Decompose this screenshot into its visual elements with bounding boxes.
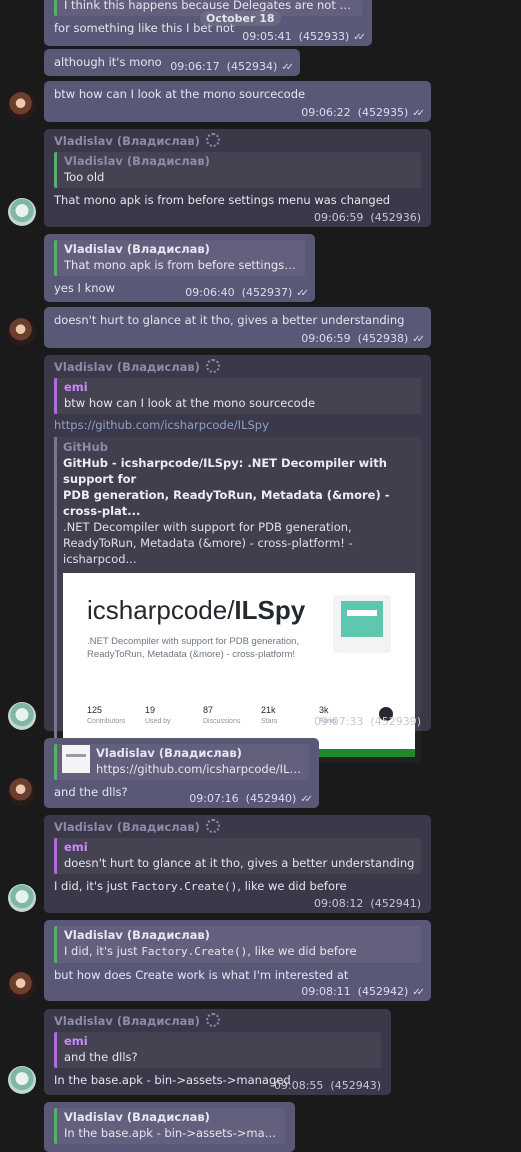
avatar-vladislav[interactable] <box>8 884 36 912</box>
quote-sender: emi <box>64 1034 88 1048</box>
preview-title: GitHub - icsharpcode/ILSpy: .NET Decompi… <box>63 456 390 518</box>
card-repo-title: icsharpcode/ILSpy <box>87 595 306 625</box>
read-checks-icon: ✓✓ <box>296 288 309 299</box>
sender-name[interactable]: Vladislav (Владислав) <box>54 819 421 836</box>
avatar-emi[interactable] <box>8 778 36 806</box>
link-thumbnail-icon <box>62 745 90 773</box>
reply-quote[interactable]: emi doesn't hurt to glance at it tho, gi… <box>54 838 421 874</box>
message-meta: 09:08:12 (452941) <box>314 897 421 910</box>
message-meta: 09:06:40 (452937) ✓✓ <box>185 286 309 299</box>
loading-spinner-icon <box>205 1013 220 1027</box>
message-452942[interactable]: Vladislav (Владислав) I did, it's just F… <box>44 920 431 1001</box>
quote-text: https://github.com/icsharpcode/ILSpy <box>96 762 303 776</box>
sender-name[interactable]: Vladislav (Владислав) <box>54 1013 381 1030</box>
avatar-vladislav[interactable] <box>8 198 36 226</box>
message-text: That mono apk is from before settings me… <box>54 193 391 207</box>
message-meta: 09:07:16 (452940) ✓✓ <box>189 792 313 805</box>
message-text: btw how can I look at the mono sourcecod… <box>54 87 306 101</box>
avatar-emi[interactable] <box>8 318 36 346</box>
message-452941[interactable]: Vladislav (Владислав) emi doesn't hurt t… <box>44 815 431 913</box>
preview-description: .NET Decompiler with support for PDB gen… <box>63 520 353 566</box>
message-452935[interactable]: btw how can I look at the mono sourcecod… <box>44 81 431 122</box>
quote-text: In the base.apk - bin->assets->managed <box>64 1126 279 1140</box>
avatar-emi[interactable] <box>8 972 36 1000</box>
quote-text: and the dlls? <box>64 1050 138 1064</box>
quote-sender: Vladislav (Владислав) <box>64 928 210 942</box>
message-452939[interactable]: Vladislav (Владислав) emi btw how can I … <box>44 355 431 763</box>
avatar-emi[interactable] <box>8 92 36 120</box>
message-452938[interactable]: doesn't hurt to glance at it tho, gives … <box>44 307 431 348</box>
stat-used-by: 19 Used by <box>145 705 171 725</box>
quote-sender: Vladislav (Владислав) <box>64 154 210 168</box>
message-meta: 09:08:11 (452942) ✓✓ <box>301 985 425 998</box>
message-text: I did, it's just Factory.Create(), like … <box>54 879 347 893</box>
quote-text: I did, it's just Factory.Create(), like … <box>64 944 357 958</box>
message-meta: 09:06:59 (452938) ✓✓ <box>301 332 425 345</box>
stat-contributors: 125 Contributors <box>87 705 126 725</box>
read-checks-icon: ✓✓ <box>412 334 425 345</box>
avatar-vladislav[interactable] <box>8 1066 36 1094</box>
message-452943[interactable]: Vladislav (Владислав) emi and the dlls? … <box>44 1009 391 1095</box>
read-checks-icon: ✓✓ <box>353 32 366 43</box>
loading-spinner-icon <box>205 359 220 373</box>
reply-quote[interactable]: Vladislav (Владислав) In the base.apk - … <box>54 1108 285 1144</box>
date-pill: October 18 <box>200 11 281 26</box>
quote-text: doesn't hurt to glance at it tho, gives … <box>64 856 415 870</box>
stat-stars: 21k Stars <box>261 705 278 725</box>
quote-sender: Vladislav (Владислав) <box>64 1110 210 1124</box>
quote-sender: emi <box>64 840 88 854</box>
loading-spinner-icon <box>205 133 220 147</box>
sender-name[interactable]: Vladislav (Владислав) <box>54 133 421 150</box>
message-partial[interactable]: Vladislav (Владислав) In the base.apk - … <box>44 1102 295 1152</box>
quote-sender: Vladislav (Владислав) <box>64 242 210 256</box>
loading-spinner-icon <box>205 819 220 833</box>
quote-text: Too old <box>64 170 105 184</box>
github-link[interactable]: https://github.com/icsharpcode/ILSpy <box>54 417 421 434</box>
read-checks-icon: ✓✓ <box>412 987 425 998</box>
quote-sender: Vladislav (Владислав) <box>96 746 242 760</box>
ilspy-logo-icon <box>333 595 391 653</box>
read-checks-icon: ✓✓ <box>412 108 425 119</box>
preview-site: GitHub <box>63 440 108 454</box>
message-452937[interactable]: Vladislav (Владислав) That mono apk is f… <box>44 234 315 302</box>
reply-quote[interactable]: emi and the dlls? <box>54 1032 381 1068</box>
message-meta: 09:08:55 (452943) <box>274 1079 381 1092</box>
message-452940[interactable]: Vladislav (Владислав) https://github.com… <box>44 738 319 808</box>
reply-quote[interactable]: Vladislav (Владислав) Too old <box>54 152 421 188</box>
sender-name[interactable]: Vladislav (Владислав) <box>54 359 421 376</box>
avatar-vladislav[interactable] <box>8 702 36 730</box>
message-452934[interactable]: although it's mono 09:06:17 (452934) ✓✓ <box>44 49 300 76</box>
message-meta: 09:06:59 (452936) <box>314 211 421 224</box>
message-452936[interactable]: Vladislav (Владислав) Vladislav (Владисл… <box>44 129 431 227</box>
reply-quote[interactable]: emi btw how can I look at the mono sourc… <box>54 378 421 414</box>
message-text: but how does Create work is what I'm int… <box>54 968 349 982</box>
message-text: doesn't hurt to glance at it tho, gives … <box>54 313 405 327</box>
quote-text: That mono apk is from before settings m.… <box>64 258 299 272</box>
message-meta: 09:07:33 (452939) <box>314 715 421 728</box>
message-meta: 09:06:22 (452935) ✓✓ <box>301 106 425 119</box>
read-checks-icon: ✓✓ <box>281 62 294 73</box>
stat-discussions: 87 Discussions <box>203 705 241 725</box>
reply-quote[interactable]: Vladislav (Владислав) That mono apk is f… <box>54 240 305 276</box>
read-checks-icon: ✓✓ <box>300 794 313 805</box>
card-description: .NET Decompiler with support for PDB gen… <box>87 636 300 660</box>
preview-image[interactable]: icsharpcode/ILSpy .NET Decompiler with s… <box>63 573 415 757</box>
quote-sender: emi <box>64 380 88 394</box>
inline-code: Factory.Create() <box>131 880 238 893</box>
reply-quote[interactable]: Vladislav (Владислав) I did, it's just F… <box>54 926 421 963</box>
quote-text: btw how can I look at the mono sourcecod… <box>64 396 316 410</box>
message-meta: 09:06:17 (452934) ✓✓ <box>170 60 294 73</box>
message-meta: 09:05:41 (452933) ✓✓ <box>242 30 366 43</box>
reply-quote[interactable]: Vladislav (Владислав) https://github.com… <box>54 744 309 780</box>
